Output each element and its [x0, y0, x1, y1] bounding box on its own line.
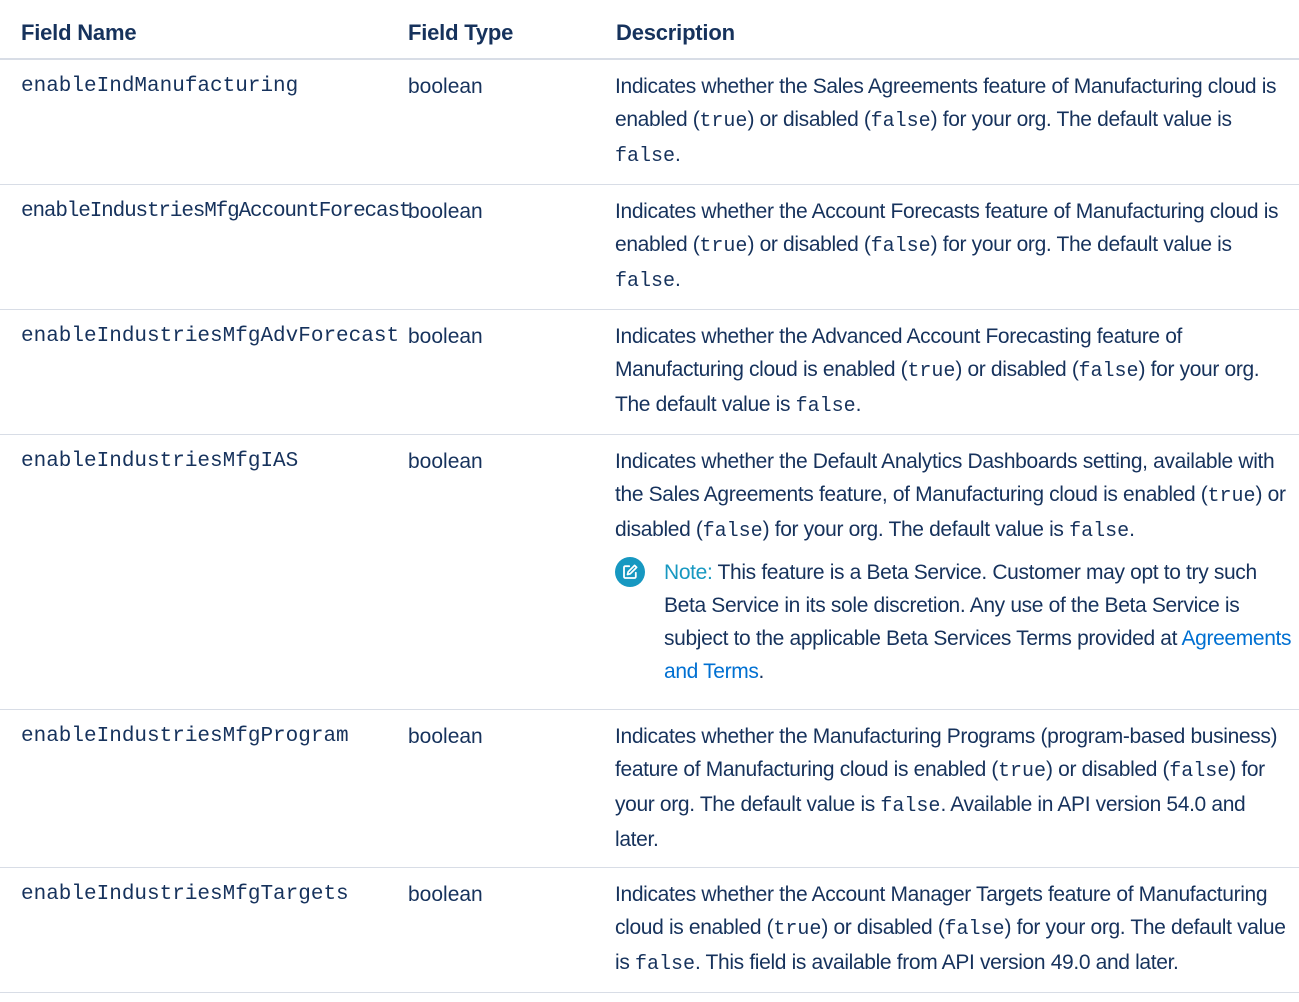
default-value: false [615, 145, 676, 168]
description-text: . [855, 393, 862, 416]
description-text: Indicates whether the Default Analytics … [615, 450, 1275, 506]
column-header-field-type: Field Type [398, 0, 606, 60]
edit-note-glyph [623, 564, 638, 579]
table-body: enableIndManufacturing boolean Indicates… [0, 59, 1299, 993]
table-row: enableIndustriesMfgIAS boolean Indicates… [0, 434, 1299, 710]
table-row: enableIndustriesMfgProgram boolean Indic… [0, 709, 1299, 868]
default-value: false [880, 795, 941, 818]
field-name-cell: enableIndManufacturing [0, 59, 398, 185]
default-value: false [615, 270, 676, 293]
fields-table: Field Name Field Type Description enable… [0, 0, 1299, 993]
field-name-cell: enableIndustriesMfgProgram [0, 709, 398, 868]
description-text: ) for your org. The default value is [930, 233, 1232, 256]
description-text: . [675, 143, 681, 166]
table-row: enableIndustriesMfgTargets boolean Indic… [0, 867, 1299, 993]
field-type-cell: boolean [398, 709, 606, 868]
column-header-field-name: Field Name [0, 0, 398, 60]
default-value: false [634, 953, 695, 976]
true-value: true [699, 235, 748, 258]
beta-note: Note: This feature is a Beta Service. Cu… [615, 556, 1293, 688]
description-text: ) or disabled ( [955, 358, 1079, 381]
field-name-cell: enableIndustriesMfgAdvForecast [0, 309, 399, 435]
header-row: Field Name Field Type Description [0, 0, 1299, 60]
description-text: . [675, 268, 681, 291]
note-end: . [758, 660, 765, 683]
field-type-cell: boolean [398, 434, 606, 710]
true-value: true [699, 110, 748, 133]
true-value: true [773, 918, 822, 941]
note-body: Note: This feature is a Beta Service. Cu… [664, 556, 1293, 688]
true-value: true [907, 360, 956, 383]
false-value: false [870, 235, 931, 258]
note-label: Note: [664, 561, 713, 584]
field-name-cell: enableIndustriesMfgTargets [0, 867, 398, 993]
true-value: true [998, 760, 1047, 783]
table-row: enableIndustriesMfgAccountForecast boole… [0, 184, 1299, 310]
description-text: ) or disabled ( [747, 108, 871, 131]
default-value: false [1069, 520, 1130, 543]
description-paragraph: Indicates whether the Default Analytics … [615, 445, 1293, 548]
description-cell: Indicates whether the Default Analytics … [606, 434, 1299, 710]
description-cell: Indicates whether the Account Forecasts … [606, 184, 1299, 310]
false-value: false [1169, 760, 1230, 783]
table-header: Field Name Field Type Description [0, 0, 1299, 60]
description-cell: Indicates whether the Manufacturing Prog… [606, 709, 1299, 868]
table-row: enableIndManufacturing boolean Indicates… [0, 59, 1299, 185]
description-text: . This field is available from API versi… [694, 951, 1179, 974]
edit-note-icon [615, 557, 645, 587]
table-row: enableIndustriesMfgAdvForecast boolean I… [0, 309, 1299, 435]
field-reference-page: Field Name Field Type Description enable… [0, 0, 1299, 1002]
field-type-cell: boolean [398, 184, 606, 310]
column-header-description: Description [606, 0, 1299, 60]
field-type-cell: boolean [398, 59, 606, 185]
false-value: false [702, 520, 763, 543]
false-value: false [1078, 360, 1139, 383]
false-value: false [944, 918, 1005, 941]
note-text: This feature is a Beta Service. Customer… [664, 561, 1257, 650]
field-type-cell: boolean [398, 309, 606, 435]
description-text: ) for your org. The default value is [762, 518, 1070, 541]
description-text: . [1129, 518, 1135, 541]
description-cell: Indicates whether the Account Manager Ta… [606, 867, 1299, 993]
field-name-cell: enableIndustriesMfgIAS [0, 434, 398, 710]
field-type-cell: boolean [398, 867, 606, 993]
false-value: false [870, 110, 931, 133]
true-value: true [1207, 485, 1256, 508]
description-text: ) for your org. The default value is [930, 108, 1232, 131]
description-cell: Indicates whether the Sales Agreements f… [606, 59, 1299, 185]
field-name-cell: enableIndustriesMfgAccountForecast [0, 184, 412, 310]
description-text: ) or disabled ( [821, 916, 945, 939]
description-text: ) or disabled ( [1046, 758, 1170, 781]
description-text: ) or disabled ( [747, 233, 871, 256]
description-cell: Indicates whether the Advanced Account F… [606, 309, 1299, 435]
default-value: false [795, 395, 856, 418]
